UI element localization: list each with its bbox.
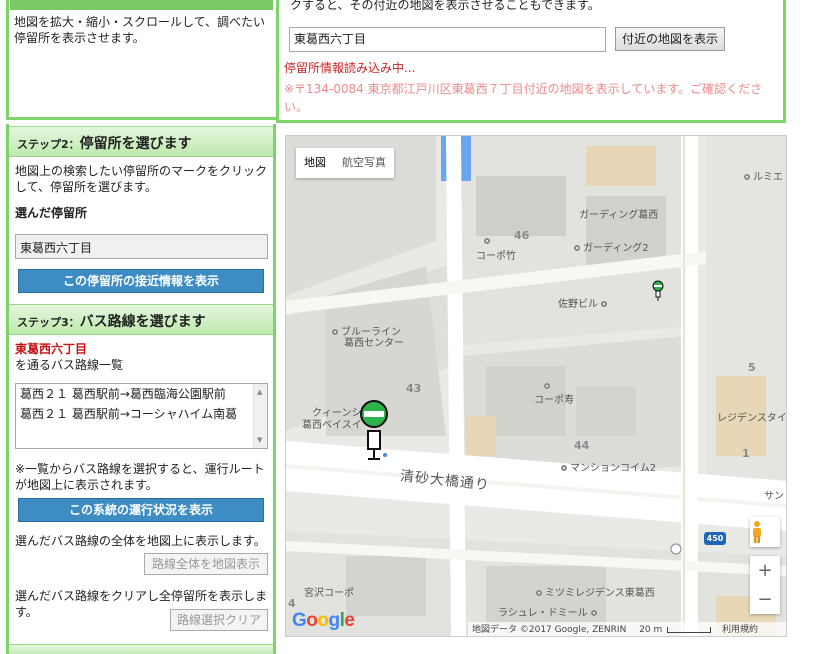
place-pin-icon — [332, 329, 338, 335]
place-label: 葛西ベイスイ — [302, 420, 362, 431]
zoom-in-icon[interactable]: + — [750, 556, 780, 585]
block-number: 43 — [406, 382, 422, 395]
map-type-map-tab[interactable]: 地図 — [296, 148, 334, 178]
bus-stop-marker[interactable] — [652, 280, 664, 302]
place-pin-icon — [544, 383, 550, 389]
selected-bus-stop-marker[interactable] — [358, 399, 392, 463]
map-view[interactable]: 46 43 44 5 1 4 ルミエ ガーディング葛西 ガーディング2 コーポ竹… — [285, 135, 787, 637]
step3-label-big: バス路線を選びます — [79, 314, 206, 330]
step3-stop-name: 東葛西六丁目 — [15, 342, 88, 356]
place-label: 宮沢コーポ — [304, 588, 354, 599]
map-type-control[interactable]: 地図 航空写真 — [296, 148, 394, 178]
step3-label-small: ステップ3： — [17, 316, 80, 329]
step1-header-strip — [10, 0, 273, 10]
step2-instruction: 地図上の検索したい停留所のマークをクリックして、停留所を選びます。 — [15, 164, 268, 194]
approach-info-button[interactable]: この停留所の接近情報を表示 — [18, 269, 264, 293]
map-scale-label[interactable]: 20 m — [639, 625, 662, 635]
place-pin-icon — [590, 610, 597, 616]
step2-label-big: 停留所を選びます — [79, 136, 192, 152]
zoom-control[interactable]: + − — [750, 556, 780, 614]
route-number-badge: 450 — [704, 532, 726, 545]
map-canvas — [286, 136, 786, 636]
place-label: マンションコイム2 — [561, 463, 656, 475]
zoom-out-icon[interactable]: − — [750, 585, 780, 614]
place-label: ガーディング2 — [574, 243, 649, 255]
place-label — [484, 236, 493, 248]
block-number: 5 — [748, 361, 756, 374]
place-pin-icon — [561, 465, 567, 471]
block-number: 46 — [514, 229, 530, 242]
step1-instruction: 地図を拡大・縮小・スクロールして、調べたい停留所を表示させます。 — [14, 15, 266, 45]
google-logo: Google — [292, 610, 355, 631]
place-pin-icon — [744, 174, 750, 180]
place-pin-icon — [574, 245, 580, 251]
map-type-satellite-tab[interactable]: 航空写真 — [334, 148, 394, 178]
place-label: コーポ寿 — [534, 395, 574, 406]
step3-header: ステップ3：バス路線を選びます — [9, 304, 273, 335]
address-search-input[interactable]: 東葛西六丁目 — [289, 27, 606, 52]
block-number: 44 — [574, 439, 590, 452]
place-label: 葛西センター — [344, 338, 404, 349]
show-nearby-map-button[interactable]: 付近の地図を表示 — [615, 27, 725, 51]
place-label: ルミエ — [744, 172, 783, 184]
place-label: クィーンシ — [312, 408, 362, 419]
place-label: コーポ竹 — [476, 251, 516, 262]
route-list-item[interactable]: 葛西２１ 葛西駅前→コーシャハイム南葛 — [16, 404, 267, 424]
map-scale-bar — [667, 626, 712, 633]
block-number: 4 — [288, 597, 296, 610]
selected-stop-field: 東葛西六丁目 — [15, 234, 268, 259]
step2-header: ステップ2：停留所を選びます — [9, 126, 273, 157]
place-pin-icon — [484, 238, 490, 244]
place-pin-icon — [536, 590, 542, 596]
scroll-up-icon[interactable]: ▲ — [257, 388, 262, 396]
place-label — [544, 381, 553, 393]
place-label: サン — [764, 491, 784, 502]
street-view-pegman-icon[interactable] — [750, 517, 780, 547]
next-step-header — [9, 644, 273, 654]
step3-through-text: を通るバス路線一覧 — [15, 358, 124, 372]
search-hint: クすると、その付近の地図を表示させることもできます。 — [290, 0, 600, 12]
show-all-text: 選んだバス路線の全体を地図上に表示します。 — [15, 534, 266, 548]
map-data-credit: 地図データ ©2017 Google, ZENRIN — [472, 625, 627, 635]
terms-link[interactable]: 利用規約 — [722, 625, 758, 635]
block-number: 1 — [742, 447, 750, 460]
place-label: ガーディング葛西 — [579, 210, 659, 221]
place-label: レジデンスタイ — [717, 413, 787, 424]
address-confirm-message: ※〒134-0084 東京都江戸川区東葛西７丁目付近の地図を表示しています。ご確… — [284, 82, 763, 114]
clear-route-button[interactable]: 路線選択クリア — [170, 609, 268, 631]
place-label: ミツミレジデンス東葛西 — [536, 588, 655, 600]
selected-stop-label: 選んだ停留所 — [15, 206, 88, 220]
route-list-item[interactable]: 葛西２１ 葛西駅前→葛西臨海公園駅前 — [16, 384, 267, 404]
step3-note: ※一覧からバス路線を選択すると、運行ルートが地図上に表示されます。 — [15, 462, 265, 492]
loading-message: 停留所情報読み込み中... — [284, 61, 416, 75]
route-list-scrollbar[interactable]: ▲ ▼ — [253, 384, 267, 448]
route-status-button[interactable]: この系統の運行状況を表示 — [18, 498, 264, 522]
place-label: 佐野ビル — [558, 299, 610, 311]
step2-label-small: ステップ2： — [17, 138, 80, 151]
place-pin-icon — [601, 301, 608, 307]
map-attribution: 地図データ ©2017 Google, ZENRIN 20 m 利用規約 — [468, 622, 786, 636]
show-route-on-map-button[interactable]: 路線全体を地図表示 — [144, 553, 268, 575]
place-label: ラシュレ・ドミール — [498, 608, 600, 620]
scroll-down-icon[interactable]: ▼ — [257, 436, 262, 444]
route-list[interactable]: 葛西２１ 葛西駅前→葛西臨海公園駅前 葛西２１ 葛西駅前→コーシャハイム南葛 ▲… — [15, 383, 268, 449]
